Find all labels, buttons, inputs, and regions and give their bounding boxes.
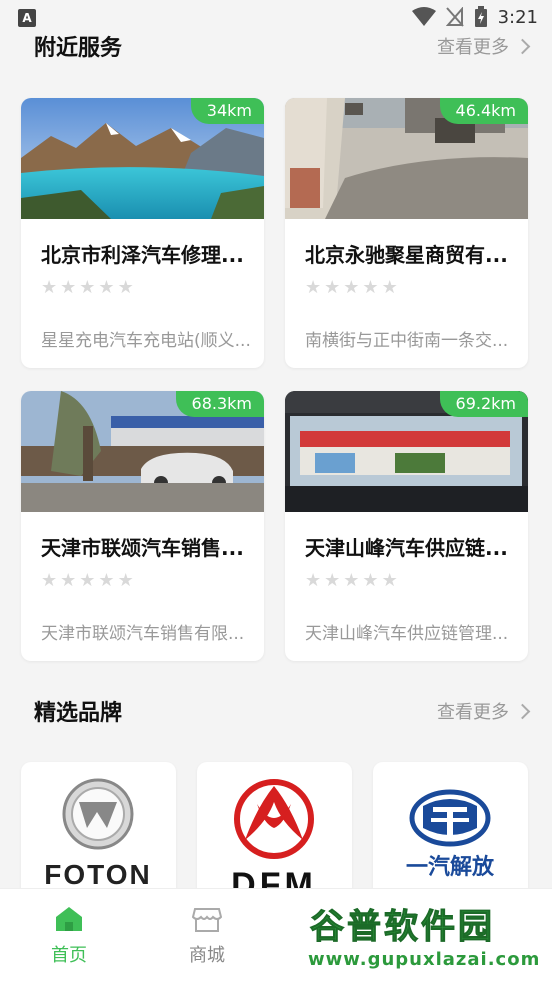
star-icon: ★ (41, 570, 58, 591)
home-icon (56, 907, 82, 931)
star-icon: ★ (60, 277, 77, 298)
star-icon: ★ (41, 277, 58, 298)
nav-item-home[interactable]: 首页 (34, 905, 104, 967)
nearby-see-more-link[interactable]: 查看更多 (437, 33, 531, 59)
service-card[interactable]: 34km 北京市利泽汽车修理... ★ ★ ★ ★ ★ 星星充电汽车充电站(顺义... (21, 98, 264, 368)
mountain-lake-photo: 34km (21, 98, 264, 219)
nav-label-home: 首页 (51, 945, 87, 966)
brands-section-header: 精选品牌 查看更多 (34, 695, 531, 727)
see-more-label: 查看更多 (437, 702, 509, 723)
wifi-icon (411, 7, 436, 26)
service-card[interactable]: 68.3km 天津市联颂汽车销售... ★ ★ ★ ★ ★ 天津市联颂汽车销售有限... (21, 391, 264, 661)
star-icon: ★ (343, 277, 360, 298)
faw-jiefang-logo-text: 一汽解放 (406, 854, 495, 880)
rating-stars: ★ ★ ★ ★ ★ (305, 279, 398, 297)
service-name: 北京市利泽汽车修理... (41, 243, 244, 267)
service-address: 天津山峰汽车供应链管理... (305, 624, 509, 644)
storefront-photo: 69.2km (285, 391, 528, 512)
distance-badge: 69.2km (439, 391, 528, 417)
dealership-photo: 68.3km (21, 391, 264, 512)
nav-label-store: 商城 (189, 945, 225, 966)
nearby-section-title: 附近服务 (34, 36, 123, 61)
brand-card-dongfeng[interactable]: DFM (197, 762, 352, 902)
rating-stars: ★ ★ ★ ★ ★ (305, 572, 398, 590)
yard-photo: 46.4km (285, 98, 528, 219)
star-icon: ★ (79, 277, 96, 298)
distance-badge: 34km (190, 98, 264, 124)
star-icon: ★ (324, 277, 341, 298)
service-address: 南横街与正中街南一条交... (305, 331, 509, 351)
rating-stars: ★ ★ ★ ★ ★ (41, 279, 134, 297)
star-icon: ★ (79, 570, 96, 591)
service-address: 天津市联颂汽车销售有限... (41, 624, 245, 644)
chevron-right-icon (514, 38, 531, 54)
nearby-section-header: 附近服务 查看更多 (34, 30, 531, 62)
watermark-url: www.gupuxlazai.com (308, 949, 541, 970)
chevron-right-icon (514, 703, 531, 719)
nav-item-store[interactable]: 商城 (172, 905, 242, 967)
see-more-label: 查看更多 (437, 37, 509, 58)
service-name: 天津市联颂汽车销售... (41, 536, 244, 560)
star-icon: ★ (362, 570, 379, 591)
star-icon: ★ (305, 277, 322, 298)
star-icon: ★ (381, 570, 398, 591)
service-card[interactable]: 69.2km 天津山峰汽车供应链... ★ ★ ★ ★ ★ 天津山峰汽车供应链管理... (285, 391, 528, 661)
star-icon: ★ (117, 277, 134, 298)
service-card[interactable]: 46.4km 北京永驰聚星商贸有... ★ ★ ★ ★ ★ 南横街与正中街南一条交... (285, 98, 528, 368)
star-icon: ★ (98, 570, 115, 591)
service-name: 北京永驰聚星商贸有... (305, 243, 508, 267)
star-icon: ★ (324, 570, 341, 591)
foton-logo: FOTON (44, 778, 151, 890)
star-icon: ★ (343, 570, 360, 591)
service-address: 星星充电汽车充电站(顺义... (41, 331, 251, 351)
app-notification-icon: A (18, 9, 36, 27)
brands-section-title: 精选品牌 (34, 701, 123, 726)
star-icon: ★ (381, 277, 398, 298)
dongfeng-logo: DFM (231, 779, 314, 902)
service-name: 天津山峰汽车供应链... (305, 536, 508, 560)
store-icon (191, 908, 223, 932)
no-signal-icon (445, 7, 464, 27)
clock: 3:21 (497, 6, 538, 28)
brands-see-more-link[interactable]: 查看更多 (437, 698, 531, 724)
star-icon: ★ (60, 570, 77, 591)
brand-card-foton[interactable]: FOTON (21, 762, 176, 902)
star-icon: ★ (362, 277, 379, 298)
site-watermark: 谷普软件园 www.gupuxlazai.com (302, 893, 552, 977)
distance-badge: 68.3km (175, 391, 264, 417)
status-icons: 3:21 (411, 6, 538, 28)
rating-stars: ★ ★ ★ ★ ★ (41, 572, 134, 590)
faw-jiefang-logo: 一汽解放 (406, 789, 495, 880)
foton-logo-text: FOTON (44, 859, 151, 890)
star-icon: ★ (117, 570, 134, 591)
brand-card-faw-jiefang[interactable]: 一汽解放 (373, 762, 528, 902)
battery-charging-icon (474, 6, 487, 27)
distance-badge: 46.4km (439, 98, 528, 124)
star-icon: ★ (98, 277, 115, 298)
star-icon: ★ (305, 570, 322, 591)
watermark-title: 谷普软件园 (310, 907, 495, 948)
